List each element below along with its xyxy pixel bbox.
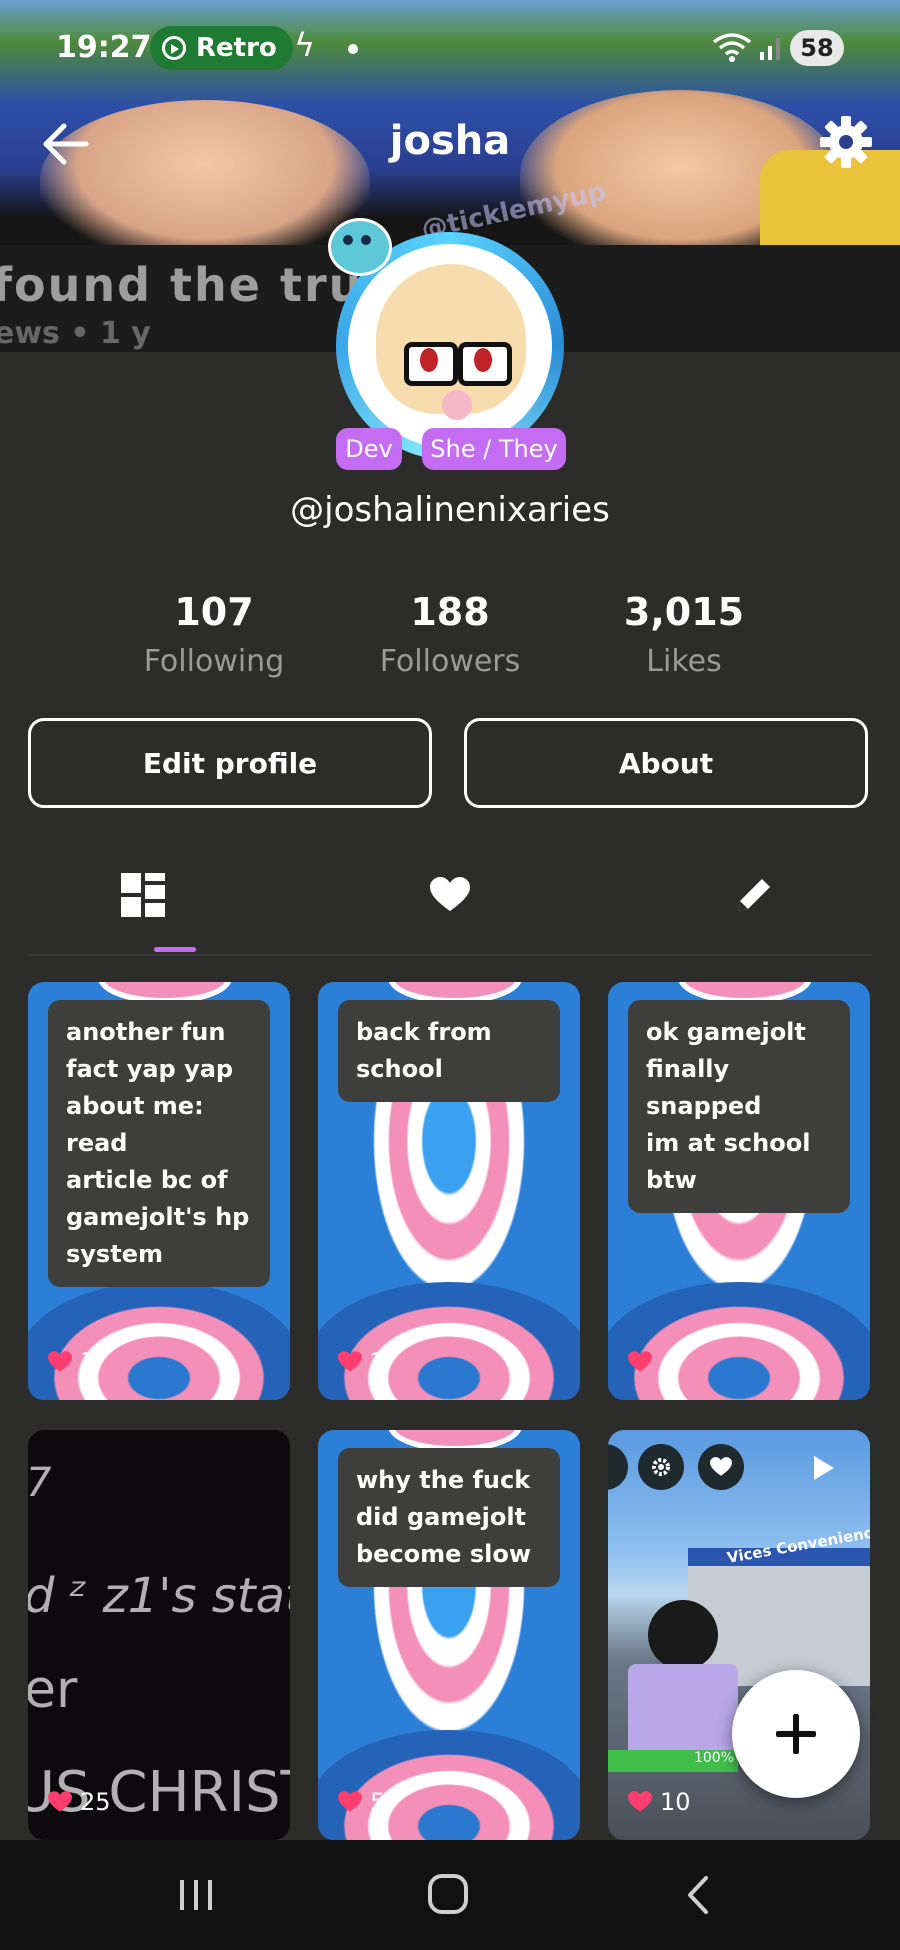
- banner-subtext: ews • 1 y: [0, 316, 151, 351]
- post-image-text: er: [28, 1660, 78, 1720]
- avatar-decoration-icon: [328, 218, 392, 276]
- stat-likes: 3,015 Likes: [574, 590, 794, 679]
- avatar-eye-right: [474, 348, 492, 372]
- gear-icon: [638, 1444, 684, 1490]
- edit-profile-button[interactable]: Edit profile: [28, 718, 432, 808]
- stat-followers-value: 188: [410, 590, 490, 634]
- profile-tabs: [28, 850, 872, 956]
- stat-likes-label: Likes: [646, 644, 722, 679]
- tab-liked[interactable]: [390, 850, 510, 940]
- post-likes: 10: [628, 1788, 691, 1816]
- avatar-eye-left: [420, 348, 438, 372]
- stat-followers-label: Followers: [379, 644, 521, 679]
- pronouns-badge: She / They: [422, 428, 566, 470]
- post-card[interactable]: 7 d ᶻ z1's stat er US CHRIST 25: [28, 1430, 290, 1840]
- post-likes: 25: [48, 1788, 111, 1816]
- post-text: another fun fact yap yap about me: read …: [48, 1000, 270, 1287]
- avatar-image: [348, 244, 552, 448]
- post-likes-count: 3: [80, 1348, 96, 1376]
- post-likes: 5: [338, 1788, 385, 1816]
- post-likes-count: 10: [660, 1788, 691, 1816]
- video-control-icon: [608, 1444, 628, 1490]
- battery-indicator: 58: [790, 30, 844, 66]
- signal-icon: [760, 38, 780, 60]
- status-time: 19:27: [56, 30, 152, 65]
- gear-icon[interactable]: [818, 114, 874, 170]
- post-likes-count: 2: [370, 1348, 386, 1376]
- stat-following-label: Following: [143, 644, 285, 679]
- stat-followers[interactable]: 188 Followers: [340, 590, 560, 679]
- character-body: [628, 1664, 738, 1764]
- post-likes: 3: [48, 1348, 95, 1376]
- post-text: ok gamejolt finally snapped im at school…: [628, 1000, 850, 1213]
- tab-drafts[interactable]: [694, 850, 814, 940]
- stat-likes-value: 3,015: [623, 590, 745, 634]
- heart-icon: [48, 1791, 72, 1812]
- post-card[interactable]: back from school 2: [318, 982, 580, 1400]
- system-navigation-bar: [0, 1840, 900, 1950]
- heart-icon: [338, 1351, 362, 1372]
- page-title: josha: [389, 118, 511, 164]
- post-image-text: 7: [28, 1460, 52, 1506]
- heart-icon: [430, 877, 470, 911]
- wifi-icon: [712, 33, 752, 62]
- posts-grid-icon: [121, 873, 165, 917]
- record-icon: [162, 36, 186, 60]
- post-card[interactable]: another fun fact yap yap about me: read …: [28, 982, 290, 1400]
- post-text: back from school: [338, 1000, 560, 1102]
- tab-posts[interactable]: [83, 850, 203, 940]
- home-icon[interactable]: [418, 1870, 478, 1920]
- active-tab-indicator: [154, 947, 196, 952]
- heart-icon: [628, 1351, 652, 1372]
- retro-pill: Retro: [150, 26, 293, 70]
- play-icon: [814, 1456, 834, 1480]
- post-text: why the fuck did gamejolt become slow: [338, 1448, 560, 1587]
- avatar-gum-bubble: [442, 390, 472, 420]
- pencil-icon: [738, 879, 770, 911]
- post-likes-count: 4: [660, 1348, 676, 1376]
- plus-icon: [776, 1714, 816, 1754]
- post-image-health-bar: 100%: [608, 1750, 738, 1772]
- stat-following[interactable]: 107 Following: [104, 590, 324, 679]
- recents-icon[interactable]: [166, 1870, 226, 1920]
- post-likes: 2: [338, 1348, 385, 1376]
- bolt-icon: ϟ: [294, 26, 316, 64]
- heart-icon: [628, 1791, 652, 1812]
- post-image-text: d ᶻ z1's stat: [28, 1568, 290, 1624]
- notification-dot-icon: [348, 44, 358, 54]
- post-card[interactable]: why the fuck did gamejolt become slow 5: [318, 1430, 580, 1840]
- heart-icon: [338, 1791, 362, 1812]
- post-likes-count: 5: [370, 1788, 386, 1816]
- post-likes-count: 25: [80, 1788, 111, 1816]
- username: @joshalinenixaries: [290, 490, 610, 530]
- stat-following-value: 107: [174, 590, 254, 634]
- post-likes: 4: [628, 1348, 675, 1376]
- character-head: [648, 1600, 718, 1670]
- avatar[interactable]: [328, 218, 564, 460]
- back-icon[interactable]: [670, 1870, 730, 1920]
- status-bar: 19:27 Retro ϟ 58: [0, 24, 900, 74]
- retro-label: Retro: [196, 33, 277, 63]
- heart-icon: [48, 1351, 72, 1372]
- dev-badge: Dev: [336, 428, 402, 470]
- about-button[interactable]: About: [464, 718, 868, 808]
- post-card[interactable]: ok gamejolt finally snapped im at school…: [608, 982, 870, 1400]
- new-post-button[interactable]: [732, 1670, 860, 1798]
- heart-icon: [698, 1444, 744, 1490]
